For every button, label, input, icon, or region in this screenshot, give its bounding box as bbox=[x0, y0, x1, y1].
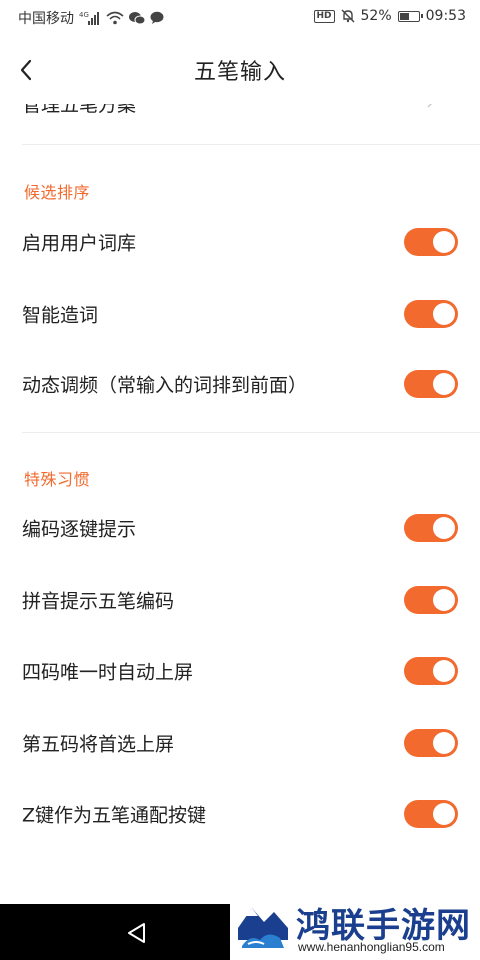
clock: 09:53 bbox=[425, 8, 466, 24]
setting-row-code-hint[interactable]: 编码逐键提示 bbox=[0, 492, 480, 564]
battery-level-fill bbox=[399, 12, 409, 20]
setting-row-auto-commit[interactable]: 四码唯一时自动上屏 bbox=[0, 635, 480, 707]
setting-row-pinyin-hint[interactable]: 拼音提示五笔编码 bbox=[0, 564, 480, 636]
watermark: 鸿联手游网 www.henanhonglian95.com bbox=[230, 896, 480, 960]
battery-percent: 52% bbox=[360, 8, 392, 24]
signal-icon: 4G bbox=[79, 11, 101, 25]
setting-row-fifth-code[interactable]: 第五码将首选上屏 bbox=[0, 707, 480, 779]
toggle-knob bbox=[433, 589, 455, 611]
toggle-knob bbox=[433, 517, 455, 539]
hd-badge: HD bbox=[313, 9, 335, 23]
triangle-back-icon bbox=[128, 923, 145, 943]
setting-row-smart-word[interactable]: 智能造词 bbox=[0, 278, 480, 350]
carrier-label: 中国移动 bbox=[18, 11, 74, 27]
toggle-knob bbox=[433, 303, 455, 325]
fifth-code-toggle[interactable] bbox=[404, 729, 458, 757]
message-icon bbox=[150, 11, 164, 25]
mute-bell-icon bbox=[341, 9, 355, 23]
setting-label: 第五码将首选上屏 bbox=[22, 733, 175, 756]
setting-label: 编码逐键提示 bbox=[22, 518, 137, 541]
title-bar: 五笔输入 bbox=[0, 34, 480, 104]
toggle-knob bbox=[433, 803, 455, 825]
settings-list[interactable]: 管理五笔方案 候选排序 启用用户词库 智能造词 动态调频（常输入的词排到前面） … bbox=[0, 104, 480, 904]
status-bar: 中国移动 4G HD 52% 09:53 bbox=[0, 0, 480, 34]
network-type-label: 4G bbox=[79, 11, 89, 19]
watermark-url: www.henanhonglian95.com bbox=[298, 940, 445, 954]
setting-label: 启用用户词库 bbox=[22, 232, 137, 255]
page-title: 五笔输入 bbox=[193, 60, 286, 85]
divider bbox=[22, 144, 480, 145]
wechat-icon bbox=[129, 11, 145, 25]
setting-row-user-dictionary[interactable]: 启用用户词库 bbox=[0, 206, 480, 278]
smart-word-toggle[interactable] bbox=[404, 300, 458, 328]
section-header-special-habits: 特殊习惯 bbox=[24, 470, 91, 489]
divider bbox=[22, 432, 480, 433]
section-header-candidate-sort: 候选排序 bbox=[24, 183, 91, 202]
user-dictionary-toggle[interactable] bbox=[404, 228, 458, 256]
pinyin-hint-toggle[interactable] bbox=[404, 586, 458, 614]
z-wildcard-toggle[interactable] bbox=[404, 800, 458, 828]
manage-scheme-arrow-icon bbox=[426, 104, 436, 112]
setting-label: 动态调频（常输入的词排到前面） bbox=[22, 374, 308, 397]
setting-label: 智能造词 bbox=[22, 304, 99, 327]
toggle-knob bbox=[433, 732, 455, 754]
setting-label: 拼音提示五笔编码 bbox=[22, 590, 175, 613]
dynamic-frequency-toggle[interactable] bbox=[404, 370, 458, 398]
code-hint-toggle[interactable] bbox=[404, 514, 458, 542]
setting-row-dynamic-frequency[interactable]: 动态调频（常输入的词排到前面） bbox=[0, 348, 480, 420]
nav-back-button[interactable] bbox=[124, 920, 150, 946]
setting-label: Z键作为五笔通配按键 bbox=[22, 804, 207, 827]
wifi-icon bbox=[106, 11, 124, 25]
setting-row-z-wildcard[interactable]: Z键作为五笔通配按键 bbox=[0, 778, 480, 850]
toggle-knob bbox=[433, 231, 455, 253]
battery-icon bbox=[397, 10, 423, 22]
watermark-logo-icon bbox=[234, 900, 292, 954]
toggle-knob bbox=[433, 660, 455, 682]
setting-label: 四码唯一时自动上屏 bbox=[22, 661, 194, 684]
auto-commit-toggle[interactable] bbox=[404, 657, 458, 685]
toggle-knob bbox=[433, 373, 455, 395]
manage-scheme-row[interactable]: 管理五笔方案 bbox=[22, 104, 136, 117]
